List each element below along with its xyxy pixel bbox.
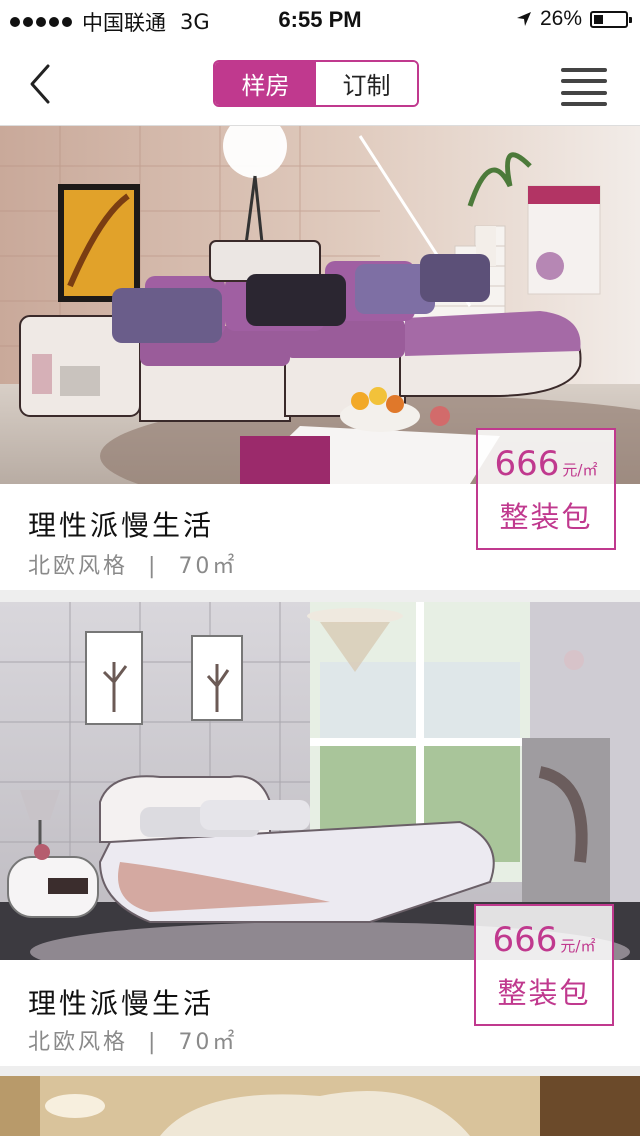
- chevron-left-icon: [30, 64, 50, 104]
- package-label: 整装包: [499, 500, 593, 534]
- hamburger-icon: [561, 68, 607, 72]
- listing-card[interactable]: 理性派慢生活 北欧风格 | 70㎡ 666 元/㎡ 整装包: [0, 602, 640, 1066]
- listing-style: 北欧风格: [28, 1030, 129, 1055]
- listing-title: 理性派慢生活: [28, 987, 215, 1020]
- listing-meta: 北欧风格 | 70㎡: [28, 548, 237, 580]
- card-divider: [0, 590, 640, 602]
- battery-percent: 26%: [539, 7, 582, 30]
- package-label: 整装包: [497, 976, 591, 1010]
- price-unit: 元/㎡: [562, 461, 598, 479]
- listing-style: 北欧风格: [28, 554, 129, 579]
- nav-bar: 样房 订制: [0, 40, 640, 126]
- location-arrow-icon: [516, 12, 531, 26]
- listing-card[interactable]: [0, 1076, 640, 1136]
- price-badge[interactable]: 666 元/㎡ 整装包: [474, 904, 614, 1026]
- back-button[interactable]: [22, 62, 62, 106]
- price-badge[interactable]: 666 元/㎡ 整装包: [476, 428, 616, 550]
- listing-area: 70㎡: [178, 554, 238, 579]
- listing-area: 70㎡: [178, 1030, 238, 1055]
- price-value: 666: [494, 444, 560, 484]
- price-unit: 元/㎡: [560, 937, 596, 955]
- status-bar: 中国联通 3G 6:55 PM 26%: [0, 0, 640, 40]
- listing-meta: 北欧风格 | 70㎡: [28, 1024, 237, 1056]
- listing-card[interactable]: 理性派慢生活 北欧风格 | 70㎡ 666 元/㎡ 整装包: [0, 126, 640, 590]
- segmented-control: 样房 订制: [213, 60, 419, 107]
- room-photo: [0, 1076, 640, 1136]
- listing-title: 理性派慢生活: [28, 509, 215, 542]
- tab-sample-room[interactable]: 样房: [215, 62, 316, 105]
- card-divider: [0, 1066, 640, 1076]
- status-right: 26%: [516, 7, 632, 31]
- battery-icon: [590, 10, 632, 28]
- separator: |: [148, 554, 159, 579]
- price-value: 666: [492, 920, 558, 960]
- separator: |: [148, 1030, 159, 1055]
- menu-button[interactable]: [561, 68, 607, 106]
- tab-custom[interactable]: 订制: [316, 62, 417, 105]
